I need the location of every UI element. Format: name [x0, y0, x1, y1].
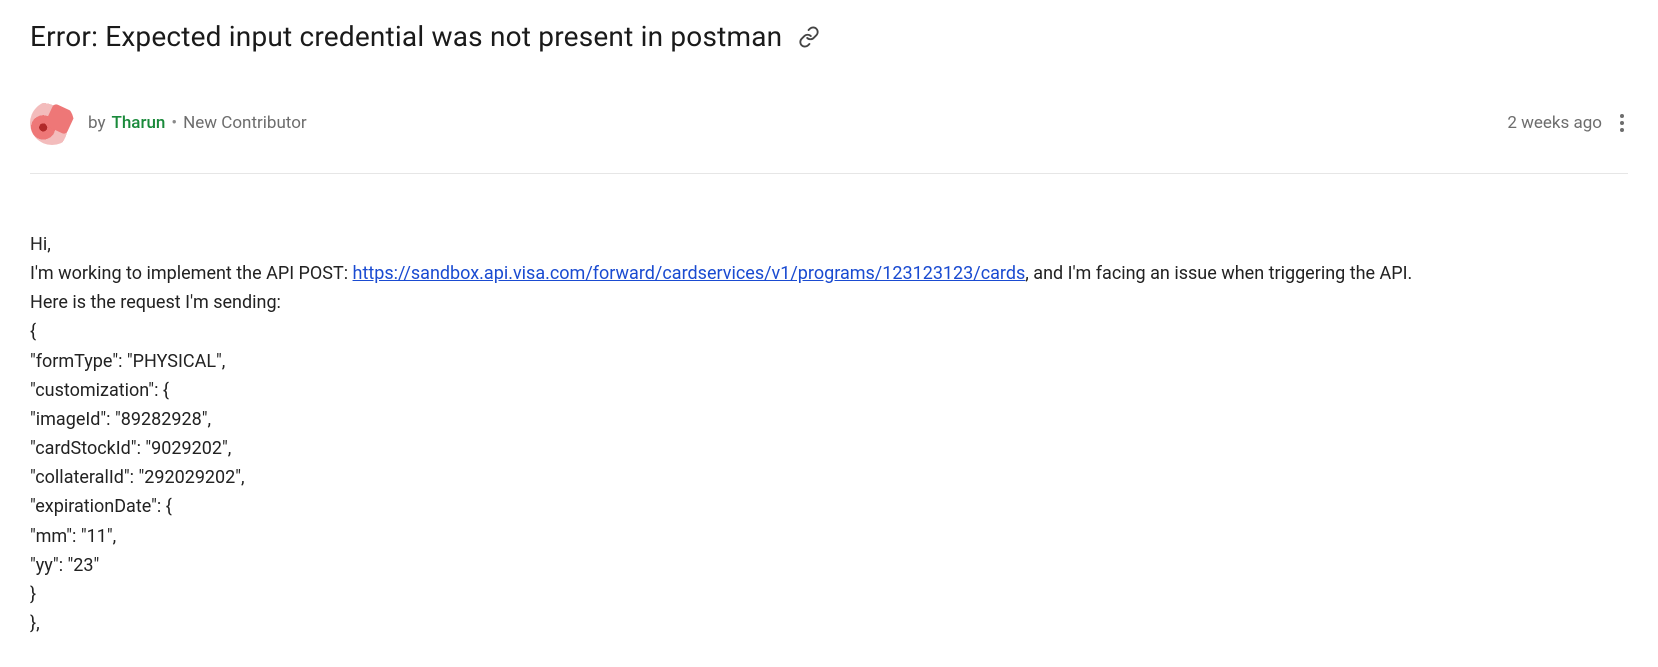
body-line: Hi, — [30, 230, 1628, 259]
body-line: Here is the request I'm sending: — [30, 288, 1628, 317]
post-meta: by Tharun • New Contributor 2 weeks ago — [30, 101, 1628, 174]
code-line: "collateralId": "292029202", — [30, 463, 1628, 492]
separator-dot: • — [171, 113, 177, 133]
more-icon — [1620, 114, 1624, 118]
code-line: } — [30, 580, 1628, 609]
code-line: }, — [30, 609, 1628, 638]
more-icon — [1620, 121, 1624, 125]
body-text: I'm working to implement the API POST: — [30, 263, 353, 284]
more-icon — [1620, 128, 1624, 132]
body-text: , and I'm facing an issue when triggerin… — [1025, 263, 1412, 284]
body-line: I'm working to implement the API POST: h… — [30, 259, 1628, 288]
avatar[interactable] — [30, 101, 74, 145]
post-body: Hi, I'm working to implement the API POS… — [30, 230, 1628, 638]
code-line: "formType": "PHYSICAL", — [30, 347, 1628, 376]
contributor-badge: New Contributor — [183, 113, 307, 133]
author-link[interactable]: Tharun — [112, 113, 166, 133]
code-line: "mm": "11", — [30, 522, 1628, 551]
code-line: "yy": "23" — [30, 551, 1628, 580]
code-line: "customization": { — [30, 376, 1628, 405]
code-line: { — [30, 317, 1628, 346]
permalink-icon[interactable] — [798, 26, 820, 48]
code-line: "imageId": "89282928", — [30, 405, 1628, 434]
post-timestamp: 2 weeks ago — [1507, 113, 1602, 133]
code-line: "cardStockId": "9029202", — [30, 434, 1628, 463]
by-label: by — [88, 113, 106, 133]
post-title: Error: Expected input credential was not… — [30, 20, 782, 53]
more-options-button[interactable] — [1616, 110, 1628, 136]
title-row: Error: Expected input credential was not… — [30, 20, 1628, 53]
author-block: by Tharun • New Contributor — [30, 101, 307, 145]
byline: by Tharun • New Contributor — [88, 113, 307, 133]
api-url-link[interactable]: https://sandbox.api.visa.com/forward/car… — [353, 263, 1026, 284]
code-line: "expirationDate": { — [30, 492, 1628, 521]
meta-right: 2 weeks ago — [1507, 110, 1628, 136]
